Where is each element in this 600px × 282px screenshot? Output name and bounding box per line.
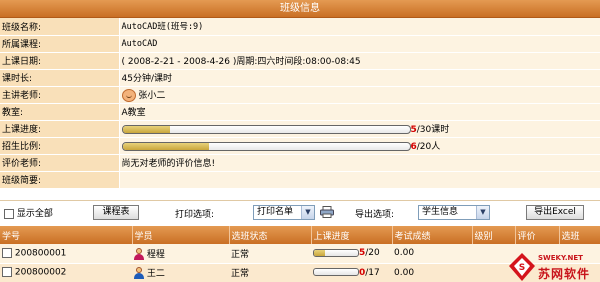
enroll-bar-fill xyxy=(122,143,209,150)
chevron-down-icon: ▼ xyxy=(301,206,314,219)
status-cell: 正常 xyxy=(229,263,311,282)
dates-label: 上课日期: xyxy=(0,52,120,70)
student-id-cell: 200800002 xyxy=(0,263,132,282)
brief-label: 班级简要: xyxy=(0,171,120,189)
progress-total: /30课时 xyxy=(416,125,450,135)
score-cell: 0.00 xyxy=(392,244,472,264)
teacher-avatar-icon xyxy=(121,88,136,102)
progress-cell: 5/20 xyxy=(311,244,392,264)
info-row-review: 评价老师: 尚无对老师的评价信息! xyxy=(0,154,600,172)
schedule-button[interactable]: 课程表 xyxy=(93,205,139,220)
progress-cell: 5/30课时 xyxy=(119,120,600,138)
review-value: 尚无对老师的评价信息! xyxy=(119,154,600,172)
table-header-row: 学号 学员 选班状态 上课进度 考试成绩 级别 评价 选班 xyxy=(0,226,600,244)
male-student-icon xyxy=(134,267,144,280)
teacher-name[interactable]: 张小二 xyxy=(138,91,165,101)
enroll-bar xyxy=(121,142,411,151)
progress-label: 上课进度: xyxy=(0,120,120,138)
info-row-enroll: 招生比例: 6/20人 xyxy=(0,137,600,155)
col-header-score[interactable]: 考试成绩 xyxy=(392,226,473,244)
print-options-label: 打印选项: xyxy=(175,210,215,220)
student-id-cell: 200800001 xyxy=(0,244,132,264)
info-row-dates: 上课日期: ( 2008-2-21 - 2008-4-26 )周期:四六时间段:… xyxy=(0,52,600,70)
watermark: S SWEKY.NET 苏网软件 xyxy=(508,252,600,282)
row-checkbox[interactable] xyxy=(2,248,12,258)
export-options-label: 导出选项: xyxy=(355,210,395,220)
info-row-brief: 班级简要: xyxy=(0,171,600,189)
student-id: 200800001 xyxy=(14,248,67,259)
enroll-cell: 6/20人 xyxy=(119,137,600,155)
row-progress-fill xyxy=(314,249,325,256)
teacher-label: 主讲老师: xyxy=(0,86,120,104)
export-excel-button[interactable]: 导出Excel xyxy=(526,205,584,220)
student-name[interactable]: 程程 xyxy=(147,250,165,260)
course-label: 所属课程: xyxy=(0,35,120,53)
print-select-value: 打印名单 xyxy=(257,207,294,217)
info-row-teacher: 主讲老师: 张小二 xyxy=(0,86,600,104)
show-all-label: 显示全部 xyxy=(16,209,53,219)
enroll-total: /20人 xyxy=(416,142,441,152)
female-student-icon xyxy=(134,248,144,260)
student-name[interactable]: 王二 xyxy=(147,269,165,279)
export-select[interactable]: 学生信息 ▼ xyxy=(418,205,490,220)
enroll-label: 招生比例: xyxy=(0,137,120,155)
info-row-classroom: 教室: A教室 xyxy=(0,103,600,121)
student-name-cell: 程程 xyxy=(132,244,229,264)
class-name-label: 班级名称: xyxy=(0,18,120,36)
watermark-url: SWEKY.NET xyxy=(538,254,583,262)
printer-icon[interactable] xyxy=(320,206,334,218)
sweky-logo-icon: S xyxy=(509,253,535,281)
score-cell: 0.00 xyxy=(392,263,472,282)
svg-text:S: S xyxy=(519,263,525,273)
show-all-checkbox[interactable] xyxy=(4,208,14,219)
duration-label: 课时长: xyxy=(0,69,120,87)
info-row-course: 所属课程: AutoCAD xyxy=(0,35,600,53)
class-info-table: 班级名称: AutoCAD班(班号:9) 所属课程: AutoCAD 上课日期:… xyxy=(0,18,600,189)
classroom-value: A教室 xyxy=(119,103,600,121)
row-progress-bar xyxy=(313,268,359,276)
panel-title: 班级信息 xyxy=(0,0,600,18)
brief-value xyxy=(119,171,600,189)
classroom-label: 教室: xyxy=(0,103,120,121)
student-id: 200800002 xyxy=(14,267,67,278)
progress-bar-fill xyxy=(122,126,171,133)
col-header-progress[interactable]: 上课进度 xyxy=(311,226,393,244)
col-header-id[interactable]: 学号 xyxy=(0,226,133,244)
watermark-text: 苏网软件 xyxy=(538,267,591,281)
col-header-select[interactable]: 选班 xyxy=(559,226,600,244)
col-header-level[interactable]: 级别 xyxy=(472,226,516,244)
teacher-cell: 张小二 xyxy=(119,86,600,104)
col-header-status[interactable]: 选班状态 xyxy=(229,226,312,244)
row-progress-total: /17 xyxy=(365,267,380,278)
row-progress-total: /20 xyxy=(365,248,380,259)
status-cell: 正常 xyxy=(229,244,311,264)
review-label: 评价老师: xyxy=(0,154,120,172)
row-progress-bar xyxy=(313,248,359,257)
class-name-value: AutoCAD班(班号:9) xyxy=(119,18,600,36)
chevron-down-icon: ▼ xyxy=(476,206,489,219)
progress-bar xyxy=(121,125,411,134)
info-row-duration: 课时长: 45分钟/课时 xyxy=(0,69,600,87)
toolbar: 显示全部 课程表 打印选项: 打印名单 ▼ 导出选项: 学生信息 ▼ 导出Exc… xyxy=(0,200,600,224)
course-value: AutoCAD xyxy=(119,35,600,53)
row-checkbox[interactable] xyxy=(2,267,12,278)
dates-value: ( 2008-2-21 - 2008-4-26 )周期:四六时间段:08:00-… xyxy=(119,52,600,70)
col-header-rating[interactable]: 评价 xyxy=(515,226,560,244)
export-select-value: 学生信息 xyxy=(422,207,459,217)
info-row-progress: 上课进度: 5/30课时 xyxy=(0,120,600,138)
print-select[interactable]: 打印名单 ▼ xyxy=(253,205,315,220)
info-row-class-name: 班级名称: AutoCAD班(班号:9) xyxy=(0,18,600,36)
progress-cell: 0/17 xyxy=(311,263,392,282)
col-header-student[interactable]: 学员 xyxy=(132,226,230,244)
duration-value: 45分钟/课时 xyxy=(119,69,600,87)
student-name-cell: 王二 xyxy=(132,263,229,282)
show-all-group[interactable]: 显示全部 xyxy=(4,206,53,219)
